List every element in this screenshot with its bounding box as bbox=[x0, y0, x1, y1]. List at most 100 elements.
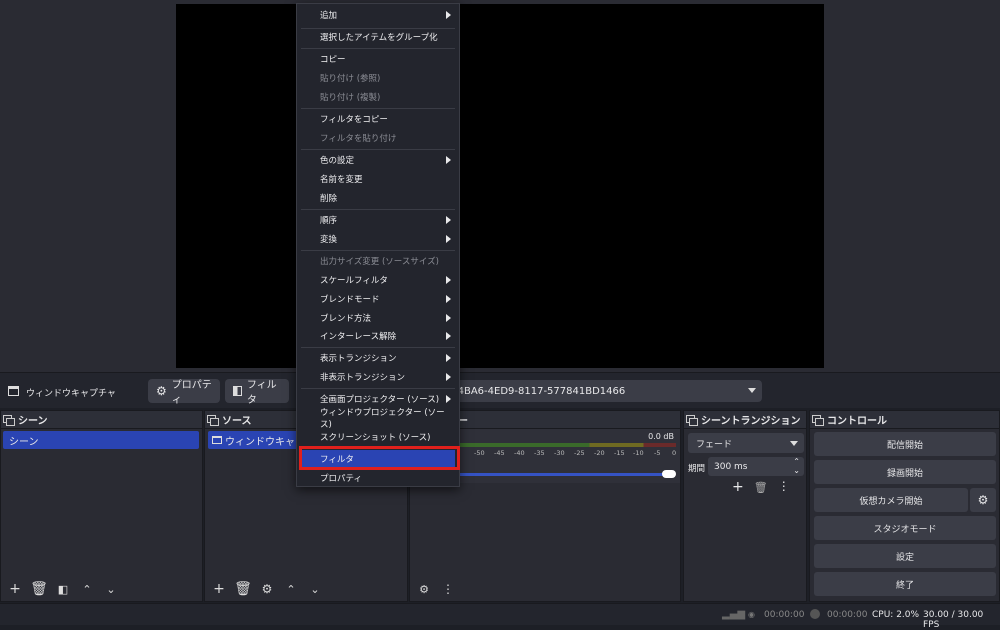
stream-indicator-icon: ◉ bbox=[748, 610, 755, 619]
scenes-dock-header: シーン bbox=[1, 411, 202, 429]
start-virtual-camera-button[interactable]: 仮想カメラ開始 bbox=[814, 488, 968, 512]
exit-label: 終了 bbox=[895, 580, 914, 591]
menu-item-label: 非表示トランジション bbox=[320, 373, 406, 383]
volume-meter bbox=[460, 443, 676, 447]
add-icon[interactable]: + bbox=[7, 581, 23, 597]
menu-item-deinterlace[interactable]: インターレース解除 bbox=[301, 327, 455, 345]
menu-separator bbox=[301, 347, 455, 348]
preview-canvas[interactable] bbox=[176, 4, 824, 368]
menu-item-label: 表示トランジション bbox=[320, 354, 397, 364]
window-select[interactable]: -4BA6-4ED9-8117-577841BD1466 bbox=[448, 380, 762, 402]
menu-item-hide-transition[interactable]: 非表示トランジション bbox=[301, 368, 455, 386]
chevron-down-icon[interactable]: ⌄ bbox=[103, 581, 119, 597]
menu-item-transform[interactable]: 変換 bbox=[301, 230, 455, 248]
start-streaming-label: 配信開始 bbox=[886, 440, 923, 451]
start-recording-label: 録画開始 bbox=[886, 468, 923, 479]
chevron-up-icon[interactable]: ⌃ bbox=[79, 581, 95, 597]
filters-button[interactable]: フィルタ bbox=[225, 379, 289, 406]
trash-icon[interactable]: 🗑 bbox=[754, 481, 768, 495]
menu-item-label: 貼り付け (複製) bbox=[320, 93, 381, 103]
source-context-menu: 追加 選択したアイテムをグループ化 コピー 貼り付け (参照) 貼り付け (複製… bbox=[296, 3, 460, 487]
settings-button[interactable]: 設定 bbox=[814, 544, 996, 568]
chevron-down-icon bbox=[790, 441, 798, 446]
chevron-down-icon[interactable]: ⌄ bbox=[307, 581, 323, 597]
filter-icon[interactable]: ◧ bbox=[55, 581, 71, 597]
submenu-arrow-icon bbox=[446, 373, 451, 381]
menu-item-paste-filters: フィルタを貼り付け bbox=[301, 129, 455, 147]
chevron-up-icon[interactable]: ⌃ bbox=[283, 581, 299, 597]
menu-item-resize-output: 出力サイズ変更 (ソースサイズ) bbox=[301, 252, 455, 270]
menu-item-label: 順序 bbox=[320, 216, 338, 226]
start-recording-button[interactable]: 録画開始 bbox=[814, 460, 996, 484]
menu-item-label: 出力サイズ変更 (ソースサイズ) bbox=[320, 257, 439, 267]
menu-item-copy-filters[interactable]: フィルタをコピー bbox=[301, 110, 455, 128]
dock-icon bbox=[207, 414, 219, 426]
menu-item-delete[interactable]: 削除 bbox=[301, 189, 455, 207]
submenu-arrow-icon bbox=[446, 216, 451, 224]
transition-actions: + 🗑 ⋮ bbox=[732, 479, 790, 495]
record-time: 00:00:00 bbox=[827, 610, 868, 620]
signal-bars-icon: ▂▄▆ bbox=[722, 609, 746, 620]
menu-item-label: 変換 bbox=[320, 235, 338, 245]
menu-item-label: 名前を変更 bbox=[320, 175, 363, 185]
menu-item-rename[interactable]: 名前を変更 bbox=[301, 170, 455, 188]
filters-button-label: フィルタ bbox=[246, 380, 277, 406]
menu-item-screenshot[interactable]: スクリーンショット (ソース) bbox=[301, 428, 455, 446]
more-vertical-icon[interactable]: ⋮ bbox=[440, 581, 456, 597]
trash-icon[interactable]: 🗑 bbox=[234, 581, 252, 597]
dock-icon bbox=[812, 414, 824, 426]
menu-separator bbox=[301, 250, 455, 251]
more-vertical-icon[interactable]: ⋮ bbox=[778, 479, 790, 495]
transition-type-select[interactable]: フェード bbox=[688, 433, 804, 453]
menu-item-label: ブレンドモード bbox=[320, 295, 380, 305]
menu-item-blend-method[interactable]: ブレンド方法 bbox=[301, 309, 455, 327]
menu-item-label: 追加 bbox=[320, 11, 338, 21]
volume-slider-handle[interactable] bbox=[662, 470, 676, 478]
menu-item-add[interactable]: 追加 bbox=[301, 6, 455, 24]
status-bar: ▂▄▆ ◉ 00:00:00 00:00:00 CPU: 2.0% 30.00 … bbox=[0, 603, 1000, 630]
window-capture-icon bbox=[8, 386, 19, 396]
menu-item-label: プロパティ bbox=[320, 474, 362, 484]
menu-item-color[interactable]: 色の設定 bbox=[301, 151, 455, 169]
menu-separator bbox=[301, 388, 455, 389]
gear-icon[interactable]: ⚙ bbox=[259, 581, 275, 597]
menu-item-paste-duplicate: 貼り付け (複製) bbox=[301, 88, 455, 106]
start-virtual-camera-label: 仮想カメラ開始 bbox=[859, 496, 923, 507]
menu-item-properties[interactable]: プロパティ bbox=[301, 469, 455, 487]
menu-item-blend-mode[interactable]: ブレンドモード bbox=[301, 290, 455, 308]
menu-item-order[interactable]: 順序 bbox=[301, 211, 455, 229]
meter-tick-label: -15 bbox=[614, 449, 625, 457]
properties-button[interactable]: ⚙ プロパティ bbox=[148, 379, 220, 406]
submenu-arrow-icon bbox=[446, 11, 451, 19]
menu-item-scale-filter[interactable]: スケールフィルタ bbox=[301, 271, 455, 289]
scenes-dock: シーン シーン + 🗑 ◧ ⌃ ⌄ bbox=[0, 410, 203, 602]
studio-mode-button[interactable]: スタジオモード bbox=[814, 516, 996, 540]
meter-tick-label: -45 bbox=[494, 449, 505, 457]
add-icon[interactable]: + bbox=[211, 581, 227, 597]
advanced-audio-gear-icon[interactable]: ⚙ bbox=[416, 581, 432, 597]
settings-label: 設定 bbox=[895, 552, 914, 563]
menu-item-group[interactable]: 選択したアイテムをグループ化 bbox=[301, 28, 455, 46]
menu-item-windowed-projector[interactable]: ウィンドウプロジェクター (ソース) bbox=[301, 408, 455, 430]
volume-slider-track[interactable] bbox=[460, 473, 670, 476]
menu-item-label: 全画面プロジェクター (ソース) bbox=[320, 395, 440, 405]
dock-icon bbox=[686, 414, 698, 426]
menu-item-label: 色の設定 bbox=[320, 156, 355, 166]
menu-item-copy[interactable]: コピー bbox=[301, 50, 455, 68]
add-icon[interactable]: + bbox=[732, 479, 744, 495]
spin-arrows-icon[interactable]: ⌃ ⌄ bbox=[793, 457, 800, 475]
virtual-camera-settings-gear-icon[interactable]: ⚙ bbox=[970, 488, 996, 512]
menu-item-show-transition[interactable]: 表示トランジション bbox=[301, 349, 455, 367]
meter-tick-label: -50 bbox=[474, 449, 485, 457]
start-streaming-button[interactable]: 配信開始 bbox=[814, 432, 996, 456]
exit-button[interactable]: 終了 bbox=[814, 572, 996, 596]
scene-list-item-label: シーン bbox=[9, 436, 39, 448]
menu-item-label: 貼り付け (参照) bbox=[320, 74, 381, 84]
menu-item-label: フィルタを貼り付け bbox=[320, 134, 397, 144]
scene-transitions-header: シーントランジション bbox=[684, 411, 806, 429]
trash-icon[interactable]: 🗑 bbox=[30, 581, 48, 597]
fps-readout: 30.00 / 30.00 FPS bbox=[923, 610, 984, 630]
controls-title: コントロール bbox=[827, 416, 887, 427]
scene-list-item[interactable]: シーン bbox=[3, 431, 199, 449]
duration-spinbox[interactable]: 300 ms ⌃ ⌄ bbox=[708, 457, 804, 476]
